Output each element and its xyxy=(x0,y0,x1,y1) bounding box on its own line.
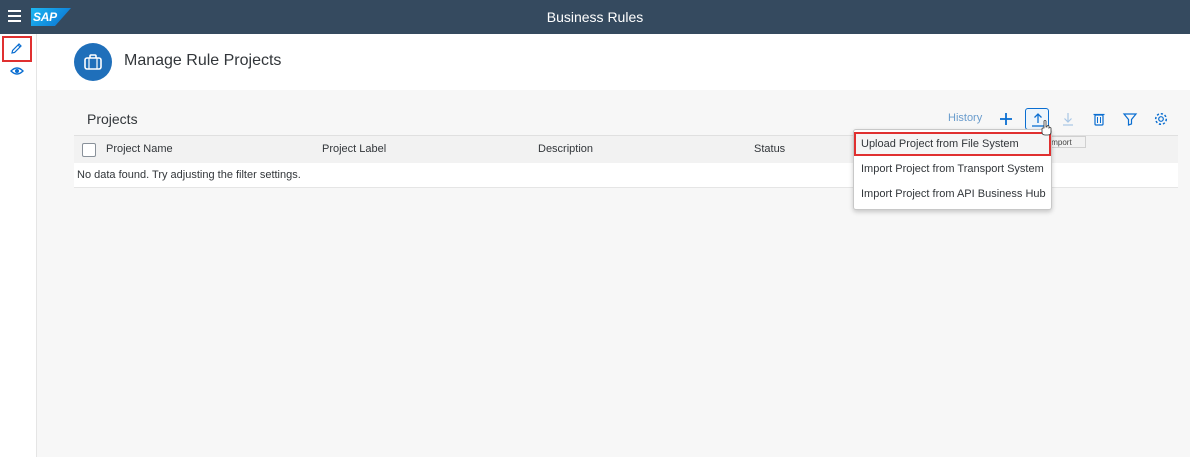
settings-icon xyxy=(1154,112,1168,126)
column-header[interactable]: Project Name xyxy=(106,143,173,155)
delete-button[interactable] xyxy=(1087,108,1111,130)
shell-bar: SAP Business Rules xyxy=(0,0,1190,34)
edit-mode-button[interactable] xyxy=(2,36,32,62)
app-title: Business Rules xyxy=(546,9,644,25)
filter-button[interactable] xyxy=(1118,108,1142,130)
page-title: Manage Rule Projects xyxy=(124,52,282,69)
column-header[interactable]: Status xyxy=(754,143,785,155)
header-avatar xyxy=(74,43,112,81)
download-icon xyxy=(1063,113,1073,126)
select-all-checkbox[interactable] xyxy=(82,143,96,157)
menu-item-import-transport[interactable]: Import Project from Transport System xyxy=(854,157,1051,181)
view-mode-button[interactable] xyxy=(4,61,30,83)
eye-icon xyxy=(10,67,24,75)
column-header[interactable]: Project Label xyxy=(322,143,386,155)
delete-icon xyxy=(1093,113,1105,126)
settings-button[interactable] xyxy=(1149,108,1173,130)
column-header[interactable]: Description xyxy=(538,143,593,155)
filter-icon xyxy=(1122,113,1138,126)
import-menu: Upload Project from File System Import P… xyxy=(853,129,1052,210)
side-navigation xyxy=(0,34,37,457)
menu-item-import-api-hub[interactable]: Import Project from API Business Hub xyxy=(854,182,1051,206)
projects-title: Projects xyxy=(87,111,138,127)
briefcase-icon xyxy=(84,54,102,70)
add-button[interactable] xyxy=(994,108,1018,130)
menu-item-upload-file-system[interactable]: Upload Project from File System xyxy=(854,132,1051,156)
page-header: Manage Rule Projects xyxy=(37,34,1190,90)
history-button[interactable]: History xyxy=(948,112,982,124)
hand-cursor-icon xyxy=(1041,120,1052,136)
export-button[interactable] xyxy=(1056,108,1080,130)
no-data-message: No data found. Try adjusting the filter … xyxy=(77,169,301,181)
add-icon xyxy=(1000,113,1012,125)
pencil-icon xyxy=(11,43,22,54)
